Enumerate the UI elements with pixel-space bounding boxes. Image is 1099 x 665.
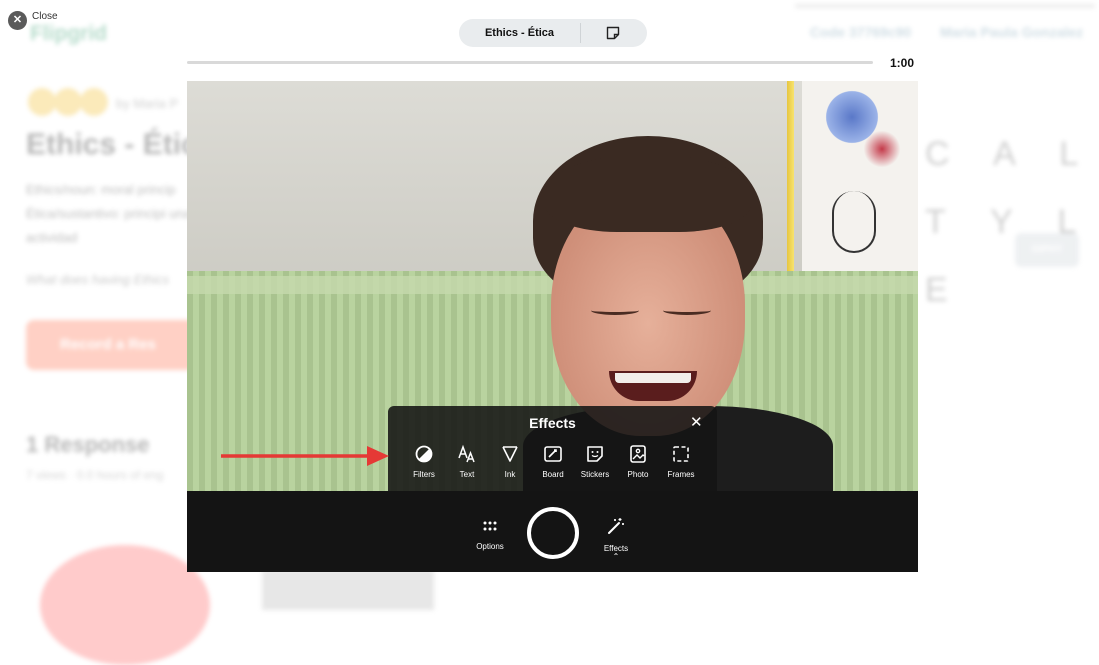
effects-tool-text[interactable]: Text <box>446 444 488 479</box>
record-button[interactable] <box>527 507 579 559</box>
effects-tool-label: Ink <box>504 470 516 479</box>
board-icon <box>544 446 562 462</box>
stickers-icon <box>587 446 603 462</box>
effects-tool-board[interactable]: Board <box>532 444 574 479</box>
effects-tool-label: Stickers <box>580 470 610 479</box>
giphy-badge: GIPHY <box>1015 233 1079 267</box>
close-button[interactable]: ✕ Close <box>8 11 58 30</box>
recording-progress-bar <box>187 61 873 64</box>
effects-close-icon[interactable]: ✕ <box>690 415 703 431</box>
effects-panel-title: Effects <box>529 415 576 431</box>
magic-wand-icon <box>608 518 624 534</box>
topic-title-bg: Ethics - Étic <box>26 128 198 161</box>
options-button[interactable]: Options <box>472 519 508 551</box>
responses-heading: 1 Response <box>26 432 150 457</box>
recorder-controls: Options Effects ⌃ <box>187 491 918 572</box>
emoji-icons <box>28 88 114 118</box>
text-icon <box>458 444 475 463</box>
background-decor-circle <box>40 545 210 665</box>
topic-question: What does having Ethics <box>26 272 170 287</box>
views-stats: 7 views · 0.0 hours of eng <box>26 468 164 482</box>
effects-tool-filters[interactable]: Filters <box>403 444 445 479</box>
topic-author: by Maria P <box>116 96 179 111</box>
pill-divider <box>580 23 581 43</box>
effects-tool-label: Board <box>542 470 564 479</box>
record-response-button-bg: Record a Res <box>26 320 196 370</box>
background-decor-card <box>262 570 434 610</box>
background-topbar <box>795 4 1095 8</box>
effects-panel: Effects ✕ Filters Text Ink Board Sticker… <box>388 406 717 491</box>
ink-icon <box>502 446 518 462</box>
background-decor-text: C A L T Y L E <box>925 135 1096 309</box>
video-artwork <box>802 81 918 271</box>
topic-pill: Ethics - Ética <box>459 19 647 47</box>
effects-tool-label: Text <box>459 470 475 479</box>
user-name: Maria Paula Gonzalez <box>940 24 1084 40</box>
annotation-arrow-icon <box>221 446 389 466</box>
video-person <box>523 136 773 436</box>
options-dots-icon <box>483 521 497 531</box>
effects-tool-label: Photo <box>627 470 649 479</box>
effects-tool-label: Filters <box>413 470 435 479</box>
grid-code: Code 37769c90 <box>810 24 912 40</box>
effects-tool-photo[interactable]: Photo <box>617 444 659 479</box>
close-label: Close <box>32 11 58 22</box>
filters-icon <box>415 445 433 463</box>
video-pole <box>787 81 794 281</box>
effects-tool-label: Frames <box>667 470 695 479</box>
chevron-up-icon: ⌃ <box>612 552 620 561</box>
photo-icon <box>630 445 646 463</box>
effects-tool-stickers[interactable]: Stickers <box>574 444 616 479</box>
effects-button[interactable]: Effects ⌃ <box>598 516 634 561</box>
recording-timer: 1:00 <box>890 56 915 70</box>
close-icon: ✕ <box>8 11 27 30</box>
effects-tool-ink[interactable]: Ink <box>489 444 531 479</box>
frames-icon <box>673 446 689 462</box>
topic-title-tab[interactable]: Ethics - Ética <box>459 19 580 47</box>
sticky-note-icon[interactable] <box>606 26 620 40</box>
effects-tool-frames[interactable]: Frames <box>660 444 702 479</box>
options-label: Options <box>476 542 504 551</box>
